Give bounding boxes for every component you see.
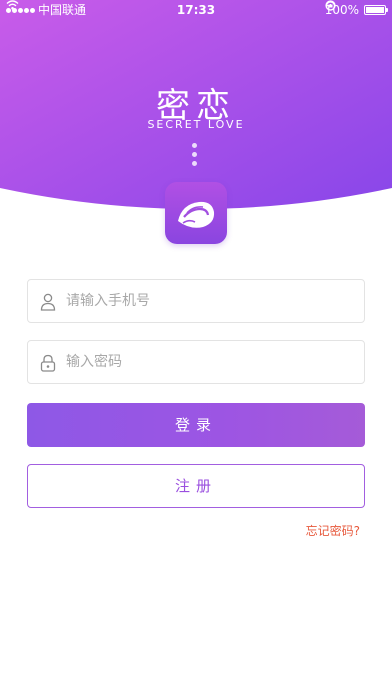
rose-logo-icon	[178, 201, 215, 228]
battery-fill	[366, 7, 384, 13]
status-bar: 中国联通 17:33 100%	[0, 0, 392, 20]
lock-icon	[40, 354, 56, 372]
register-button[interactable]: 注册	[27, 464, 365, 508]
password-input[interactable]	[66, 341, 356, 383]
phone-input[interactable]	[66, 280, 356, 322]
alarm-icon	[325, 1, 335, 11]
status-right: 100%	[325, 0, 388, 20]
password-field[interactable]	[27, 340, 365, 384]
decorative-dots	[192, 143, 197, 166]
battery-icon	[364, 5, 388, 15]
login-button[interactable]: 登录	[27, 403, 365, 447]
phone-field[interactable]	[27, 279, 365, 323]
forgot-password-link[interactable]: 忘记密码?	[306, 522, 360, 539]
app-subtitle: SECRET LOVE	[147, 118, 245, 131]
app-logo	[165, 182, 227, 244]
user-icon	[40, 293, 56, 311]
